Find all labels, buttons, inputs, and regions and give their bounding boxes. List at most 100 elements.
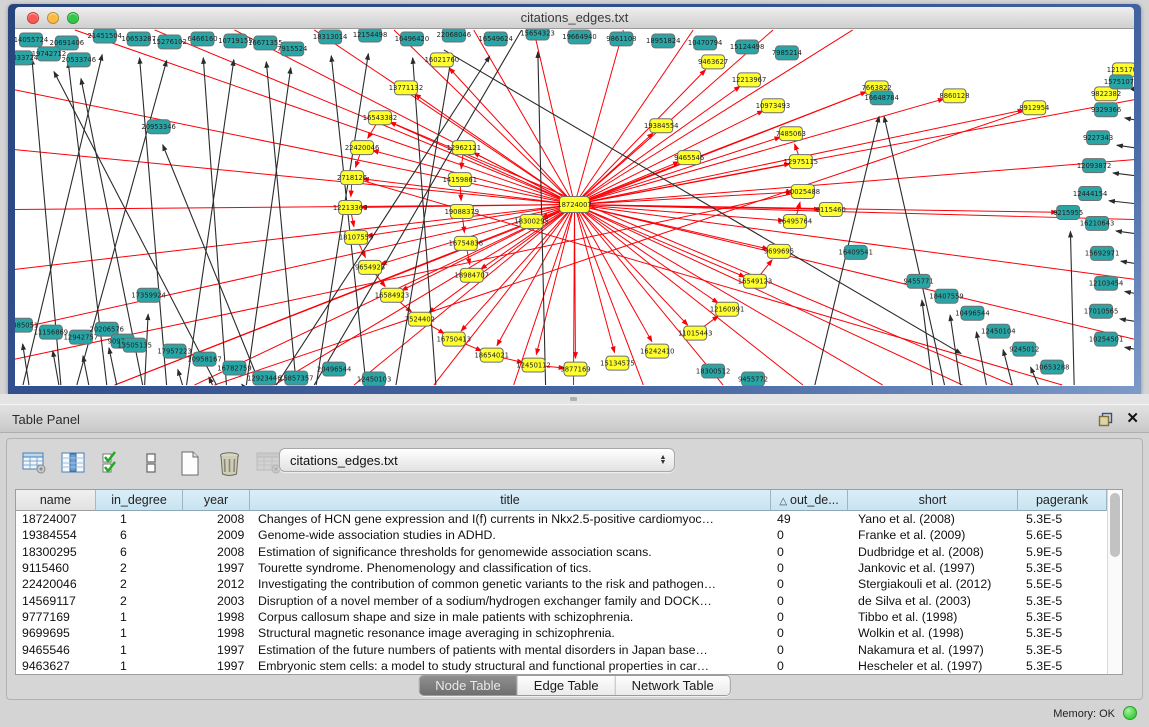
graph-node-7985214[interactable]: 7985214 xyxy=(772,46,802,60)
graph-node-9861108[interactable]: 9861108 xyxy=(606,32,636,46)
citation-edge-black[interactable] xyxy=(331,56,366,385)
citation-edge-red[interactable] xyxy=(575,205,652,342)
graph-node-9115460[interactable]: 9115460 xyxy=(816,203,846,217)
graph-node-12160991[interactable]: 12160991 xyxy=(710,302,744,316)
column-header-in_degree[interactable]: in_degree xyxy=(96,490,183,511)
network-canvas[interactable]: 1405572420691406214515041065328715276102… xyxy=(15,29,1134,386)
graph-node-16242410[interactable]: 16242410 xyxy=(640,344,674,358)
graph-node-12093872[interactable]: 12093872 xyxy=(1077,159,1111,173)
citation-edge-black[interactable] xyxy=(266,62,296,385)
citation-edge-red[interactable] xyxy=(214,108,1034,385)
graph-node-14055724[interactable]: 14055724 xyxy=(15,33,48,47)
citation-edge-red[interactable] xyxy=(575,160,1135,205)
graph-node-9877169[interactable]: 9877169 xyxy=(560,362,590,376)
table-row[interactable]: 2242004622012Investigating the contribut… xyxy=(16,576,1107,592)
graph-node-20496544[interactable]: 20496544 xyxy=(317,362,351,376)
citation-edge-red[interactable] xyxy=(575,205,719,304)
citation-edge-red[interactable] xyxy=(514,205,575,386)
divider-grip[interactable] xyxy=(570,397,577,401)
table-row[interactable]: 911546021997Tourette syndrome. Phenomeno… xyxy=(16,560,1107,576)
citation-edge-black[interactable] xyxy=(242,384,243,385)
graph-node-19664940[interactable]: 19664940 xyxy=(562,30,596,44)
table-row[interactable]: 1456911722003Disruption of a novel membe… xyxy=(16,592,1107,608)
graph-node-12450104[interactable]: 12450104 xyxy=(981,324,1015,338)
graph-node-16549624[interactable]: 16549624 xyxy=(478,32,512,46)
column-header-title[interactable]: title xyxy=(250,490,771,511)
citation-edge-red[interactable] xyxy=(575,205,1135,340)
graph-node-20533746[interactable]: 20533746 xyxy=(62,53,96,67)
graph-node-12444154[interactable]: 12444154 xyxy=(1073,187,1107,201)
graph-node-9465546[interactable]: 9465546 xyxy=(674,151,704,165)
column-header-pagerank[interactable]: pagerank xyxy=(1018,490,1107,511)
citation-edge-black[interactable] xyxy=(1125,118,1134,120)
graph-node-10254501[interactable]: 10254501 xyxy=(1089,332,1123,346)
tab-node-table[interactable]: Node Table xyxy=(419,676,518,695)
column-header-year[interactable]: year xyxy=(183,490,250,511)
graph-node-22420046[interactable]: 22420046 xyxy=(345,141,379,155)
tab-network-table[interactable]: Network Table xyxy=(616,676,730,695)
graph-node-10470794[interactable]: 10470794 xyxy=(688,36,722,50)
graph-node-11015443[interactable]: 11015443 xyxy=(678,326,712,340)
table-row[interactable]: 1830029562008Estimation of significance … xyxy=(16,544,1107,560)
graph-node-15276102[interactable]: 15276102 xyxy=(152,35,186,49)
graph-node-16584923[interactable]: 16584923 xyxy=(375,288,409,302)
citation-edge-red[interactable] xyxy=(575,205,688,326)
citation-edge-red[interactable] xyxy=(15,205,575,270)
zoom-window-button[interactable] xyxy=(67,12,79,24)
tab-edge-table[interactable]: Edge Table xyxy=(518,676,616,695)
citation-edge-black[interactable] xyxy=(1116,231,1134,233)
graph-node-6466160[interactable]: 6466160 xyxy=(187,32,217,46)
citation-edge-black[interactable] xyxy=(1125,347,1134,349)
citation-edge-red[interactable] xyxy=(575,30,773,205)
graph-node-12154498[interactable]: 12154498 xyxy=(353,29,387,42)
citation-edge-black[interactable] xyxy=(246,68,290,385)
citation-edge-red[interactable] xyxy=(575,205,576,359)
table-row[interactable]: 946362711997Embryonic stem cells: a mode… xyxy=(16,658,1107,674)
graph-node-16495764[interactable]: 16495764 xyxy=(778,214,812,228)
select-rows-check-icon[interactable] xyxy=(99,450,125,476)
citation-edge-black[interactable] xyxy=(1070,231,1074,385)
graph-node-7915524[interactable]: 7915524 xyxy=(277,42,307,56)
table-row[interactable]: 1938455462009Genome-wide association stu… xyxy=(16,527,1107,543)
close-panel-icon[interactable]: ✕ xyxy=(1126,410,1139,428)
citation-edge-black[interactable] xyxy=(109,348,117,385)
citation-edge-black[interactable] xyxy=(1125,291,1134,293)
citation-edge-black[interactable] xyxy=(976,332,986,385)
citation-edge-black[interactable] xyxy=(83,356,89,385)
citation-edge-black[interactable] xyxy=(1113,173,1134,176)
graph-node-15654323[interactable]: 15654323 xyxy=(520,29,554,40)
citation-edge-black[interactable] xyxy=(1117,145,1134,147)
citation-edge-black[interactable] xyxy=(140,58,167,385)
graph-node-18724007[interactable]: 18724007 xyxy=(557,197,591,213)
graph-node-8912954[interactable]: 8912954 xyxy=(1019,101,1049,115)
citation-edge-black[interactable] xyxy=(1121,261,1134,263)
citation-edge-black[interactable] xyxy=(178,370,183,385)
graph-node-8860128[interactable]: 8860128 xyxy=(939,89,969,103)
graph-node-7485063[interactable]: 7485063 xyxy=(776,127,806,141)
graph-node-15692971[interactable]: 15692971 xyxy=(1085,246,1119,260)
graph-node-12103454[interactable]: 12103454 xyxy=(1089,276,1123,290)
citation-edge-black[interactable] xyxy=(209,377,213,385)
graph-node-14159861[interactable]: 14159861 xyxy=(443,173,477,187)
graph-node-18984707[interactable]: 18984707 xyxy=(455,268,489,282)
float-window-icon[interactable] xyxy=(1097,411,1114,428)
graph-node-9455772[interactable]: 9455772 xyxy=(738,372,768,386)
graph-node-9699695[interactable]: 9699695 xyxy=(764,244,794,258)
graph-node-16496420[interactable]: 16496420 xyxy=(395,32,429,46)
graph-node-9463627[interactable]: 9463627 xyxy=(698,55,728,69)
graph-node-9654923[interactable]: 9654923 xyxy=(355,260,385,274)
graph-node-21451504[interactable]: 21451504 xyxy=(88,29,122,43)
citation-edge-red[interactable] xyxy=(575,133,654,204)
graph-node-18107554[interactable]: 18107554 xyxy=(339,230,373,244)
minimize-window-button[interactable] xyxy=(47,12,59,24)
table-selector-dropdown[interactable]: citations_edges.txt ▲▼ xyxy=(279,448,675,472)
graph-node-9227343[interactable]: 9227343 xyxy=(1083,131,1113,145)
scrollbar-thumb[interactable] xyxy=(1110,493,1120,557)
network-window-titlebar[interactable]: citations_edges.txt xyxy=(15,7,1134,29)
graph-node-12450103[interactable]: 12450103 xyxy=(357,372,391,386)
graph-node-10653288[interactable]: 10653288 xyxy=(1035,360,1069,374)
table-row[interactable]: 1872400712008Changes of HCN gene express… xyxy=(16,511,1107,527)
graph-node-9329366[interactable]: 9329366 xyxy=(1091,103,1121,117)
citation-edge-red[interactable] xyxy=(575,30,694,205)
graph-node-22068046[interactable]: 22068046 xyxy=(437,29,471,42)
